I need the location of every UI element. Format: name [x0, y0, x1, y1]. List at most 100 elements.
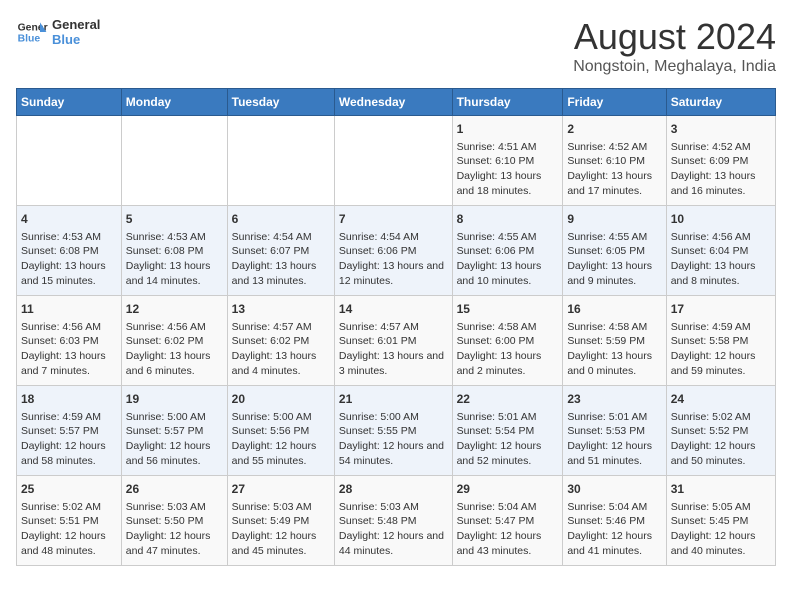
day-info: Sunrise: 4:56 AM: [671, 230, 771, 245]
day-info: Sunrise: 5:00 AM: [232, 410, 330, 425]
day-info: Sunrise: 5:03 AM: [232, 500, 330, 515]
day-info: Daylight: 13 hours and 7 minutes.: [21, 349, 117, 378]
day-info: Daylight: 13 hours and 0 minutes.: [567, 349, 661, 378]
calendar-cell: 23Sunrise: 5:01 AMSunset: 5:53 PMDayligh…: [563, 386, 666, 476]
logo-line1: General: [52, 17, 100, 32]
day-info: Daylight: 12 hours and 59 minutes.: [671, 349, 771, 378]
day-info: Sunrise: 4:54 AM: [232, 230, 330, 245]
day-info: Sunset: 6:02 PM: [126, 334, 223, 349]
day-info: Daylight: 13 hours and 13 minutes.: [232, 259, 330, 288]
day-info: Daylight: 12 hours and 44 minutes.: [339, 529, 448, 558]
calendar-header: SundayMondayTuesdayWednesdayThursdayFrid…: [17, 89, 776, 116]
day-info: Sunrise: 4:58 AM: [567, 320, 661, 335]
day-info: Daylight: 12 hours and 54 minutes.: [339, 439, 448, 468]
day-info: Sunset: 6:01 PM: [339, 334, 448, 349]
day-info: Daylight: 13 hours and 18 minutes.: [457, 169, 559, 198]
day-info: Sunset: 6:06 PM: [457, 244, 559, 259]
calendar-cell: 5Sunrise: 4:53 AMSunset: 6:08 PMDaylight…: [121, 206, 227, 296]
week-row-4: 18Sunrise: 4:59 AMSunset: 5:57 PMDayligh…: [17, 386, 776, 476]
calendar-cell: 11Sunrise: 4:56 AMSunset: 6:03 PMDayligh…: [17, 296, 122, 386]
day-info: Sunset: 5:57 PM: [126, 424, 223, 439]
calendar-cell: 31Sunrise: 5:05 AMSunset: 5:45 PMDayligh…: [666, 476, 775, 566]
calendar-cell: 6Sunrise: 4:54 AMSunset: 6:07 PMDaylight…: [227, 206, 334, 296]
day-info: Sunset: 5:49 PM: [232, 514, 330, 529]
header-friday: Friday: [563, 89, 666, 116]
day-info: Daylight: 12 hours and 40 minutes.: [671, 529, 771, 558]
day-number: 22: [457, 391, 559, 408]
calendar-cell: 8Sunrise: 4:55 AMSunset: 6:06 PMDaylight…: [452, 206, 563, 296]
day-info: Sunrise: 4:52 AM: [671, 140, 771, 155]
day-info: Daylight: 13 hours and 4 minutes.: [232, 349, 330, 378]
day-info: Sunrise: 4:54 AM: [339, 230, 448, 245]
day-number: 15: [457, 301, 559, 318]
calendar-cell: 26Sunrise: 5:03 AMSunset: 5:50 PMDayligh…: [121, 476, 227, 566]
header-sunday: Sunday: [17, 89, 122, 116]
calendar-cell: [334, 116, 452, 206]
calendar-cell: [227, 116, 334, 206]
day-info: Sunrise: 4:55 AM: [457, 230, 559, 245]
calendar-cell: 17Sunrise: 4:59 AMSunset: 5:58 PMDayligh…: [666, 296, 775, 386]
day-info: Sunrise: 4:53 AM: [21, 230, 117, 245]
day-number: 2: [567, 121, 661, 138]
day-number: 11: [21, 301, 117, 318]
day-info: Sunset: 6:07 PM: [232, 244, 330, 259]
day-info: Sunset: 5:57 PM: [21, 424, 117, 439]
day-info: Daylight: 12 hours and 45 minutes.: [232, 529, 330, 558]
day-info: Sunset: 5:56 PM: [232, 424, 330, 439]
day-info: Sunrise: 4:59 AM: [21, 410, 117, 425]
calendar-cell: 4 Sunrise: 4:53 AMSunset: 6:08 PMDaylight…: [17, 206, 122, 296]
calendar-body: 1Sunrise: 4:51 AMSunset: 6:10 PMDaylight…: [17, 116, 776, 566]
day-number: 4: [21, 211, 117, 228]
day-info: Sunrise: 5:04 AM: [567, 500, 661, 515]
calendar-cell: 22Sunrise: 5:01 AMSunset: 5:54 PMDayligh…: [452, 386, 563, 476]
day-info: Daylight: 12 hours and 50 minutes.: [671, 439, 771, 468]
calendar-cell: [121, 116, 227, 206]
day-number: 10: [671, 211, 771, 228]
day-number: 21: [339, 391, 448, 408]
day-info: Daylight: 12 hours and 58 minutes.: [21, 439, 117, 468]
day-info: Sunset: 5:50 PM: [126, 514, 223, 529]
day-info: Sunset: 5:59 PM: [567, 334, 661, 349]
day-info: Sunset: 6:00 PM: [457, 334, 559, 349]
day-info: Sunrise: 4:53 AM: [126, 230, 223, 245]
calendar-cell: [17, 116, 122, 206]
svg-text:Blue: Blue: [18, 34, 41, 45]
day-info: Sunset: 5:55 PM: [339, 424, 448, 439]
calendar-cell: 19Sunrise: 5:00 AMSunset: 5:57 PMDayligh…: [121, 386, 227, 476]
day-number: 1: [457, 121, 559, 138]
day-number: 23: [567, 391, 661, 408]
day-info: Daylight: 13 hours and 15 minutes.: [21, 259, 117, 288]
day-info: Sunset: 5:53 PM: [567, 424, 661, 439]
day-info: Sunset: 6:08 PM: [21, 244, 117, 259]
page-header: General Blue General Blue August 2024 No…: [16, 16, 776, 76]
day-info: Sunset: 5:47 PM: [457, 514, 559, 529]
day-number: 19: [126, 391, 223, 408]
day-info: Daylight: 13 hours and 10 minutes.: [457, 259, 559, 288]
day-info: Daylight: 12 hours and 47 minutes.: [126, 529, 223, 558]
day-info: Sunrise: 4:55 AM: [567, 230, 661, 245]
day-info: Daylight: 12 hours and 43 minutes.: [457, 529, 559, 558]
header-thursday: Thursday: [452, 89, 563, 116]
calendar-cell: 25Sunrise: 5:02 AMSunset: 5:51 PMDayligh…: [17, 476, 122, 566]
day-number: 28: [339, 481, 448, 498]
day-info: Sunset: 5:54 PM: [457, 424, 559, 439]
day-info: Sunrise: 4:51 AM: [457, 140, 559, 155]
day-info: Sunrise: 5:05 AM: [671, 500, 771, 515]
day-info: Sunset: 6:05 PM: [567, 244, 661, 259]
day-info: Daylight: 13 hours and 2 minutes.: [457, 349, 559, 378]
calendar-table: SundayMondayTuesdayWednesdayThursdayFrid…: [16, 88, 776, 566]
header-saturday: Saturday: [666, 89, 775, 116]
day-number: 29: [457, 481, 559, 498]
day-number: 25: [21, 481, 117, 498]
day-info: Sunset: 5:46 PM: [567, 514, 661, 529]
calendar-cell: 29Sunrise: 5:04 AMSunset: 5:47 PMDayligh…: [452, 476, 563, 566]
day-info: Sunrise: 4:56 AM: [126, 320, 223, 335]
day-number: 12: [126, 301, 223, 318]
week-row-3: 11Sunrise: 4:56 AMSunset: 6:03 PMDayligh…: [17, 296, 776, 386]
day-number: 14: [339, 301, 448, 318]
title-block: August 2024 Nongstoin, Meghalaya, India: [573, 16, 776, 76]
calendar-cell: 27Sunrise: 5:03 AMSunset: 5:49 PMDayligh…: [227, 476, 334, 566]
day-info: Daylight: 13 hours and 17 minutes.: [567, 169, 661, 198]
day-info: Daylight: 13 hours and 14 minutes.: [126, 259, 223, 288]
day-info: Daylight: 12 hours and 55 minutes.: [232, 439, 330, 468]
